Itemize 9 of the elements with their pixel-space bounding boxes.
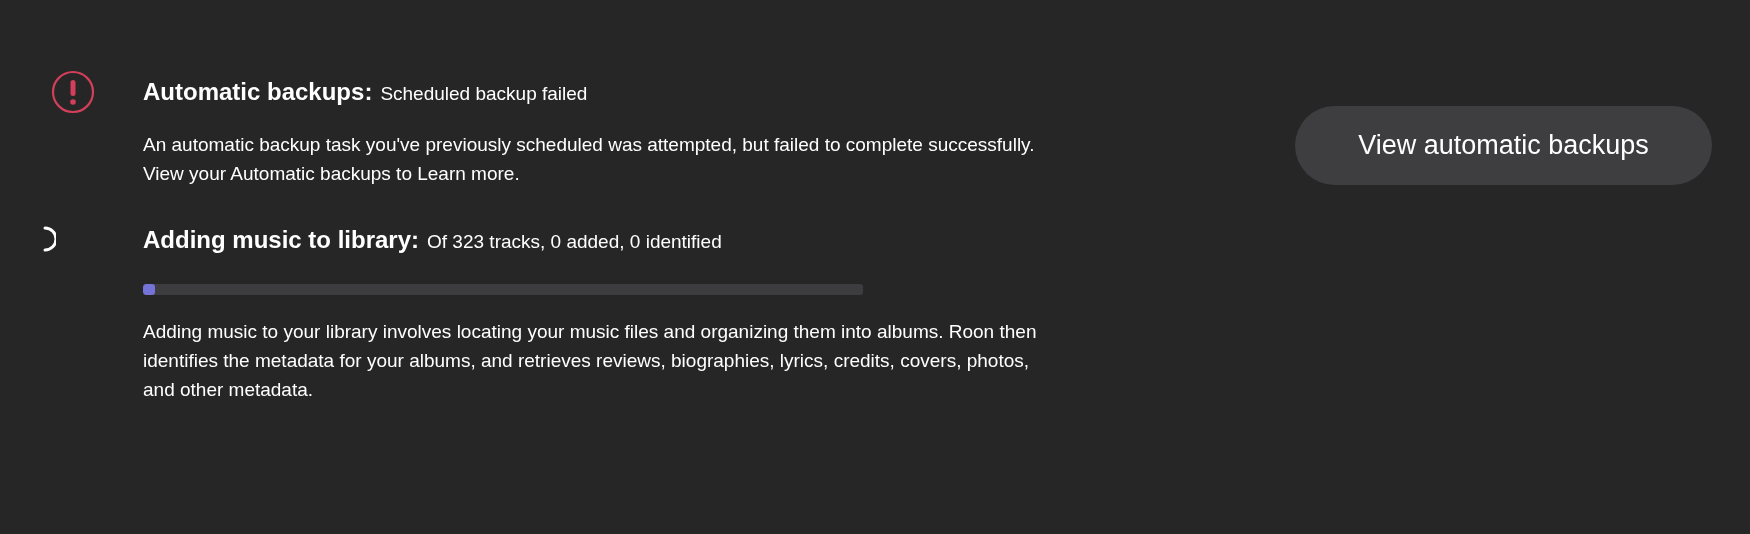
- task-title: Automatic backups:: [143, 78, 373, 106]
- task-description: An automatic backup task you've previously scheduled was attempted, but failed to complete successfully. View your Automatic backups to Learn more.: [143, 133, 1036, 186]
- task-status: Of 323 tracks, 0 added, 0 identified: [427, 231, 722, 253]
- view-backups-button[interactable]: View automatic backups: [1295, 106, 1712, 185]
- spinner-icon: [42, 226, 56, 252]
- task-title: Adding music to library:: [143, 226, 420, 254]
- task-description: Adding music to your library involves locating your music files and organizing them into albums. Roon then identifies the metadata for your albums, and retrieves reviews, biographies, lyrics, credits, covers, photos, and other metadata.: [143, 320, 1038, 402]
- error-icon: [50, 70, 95, 114]
- task-status: Scheduled backup failed: [380, 83, 588, 105]
